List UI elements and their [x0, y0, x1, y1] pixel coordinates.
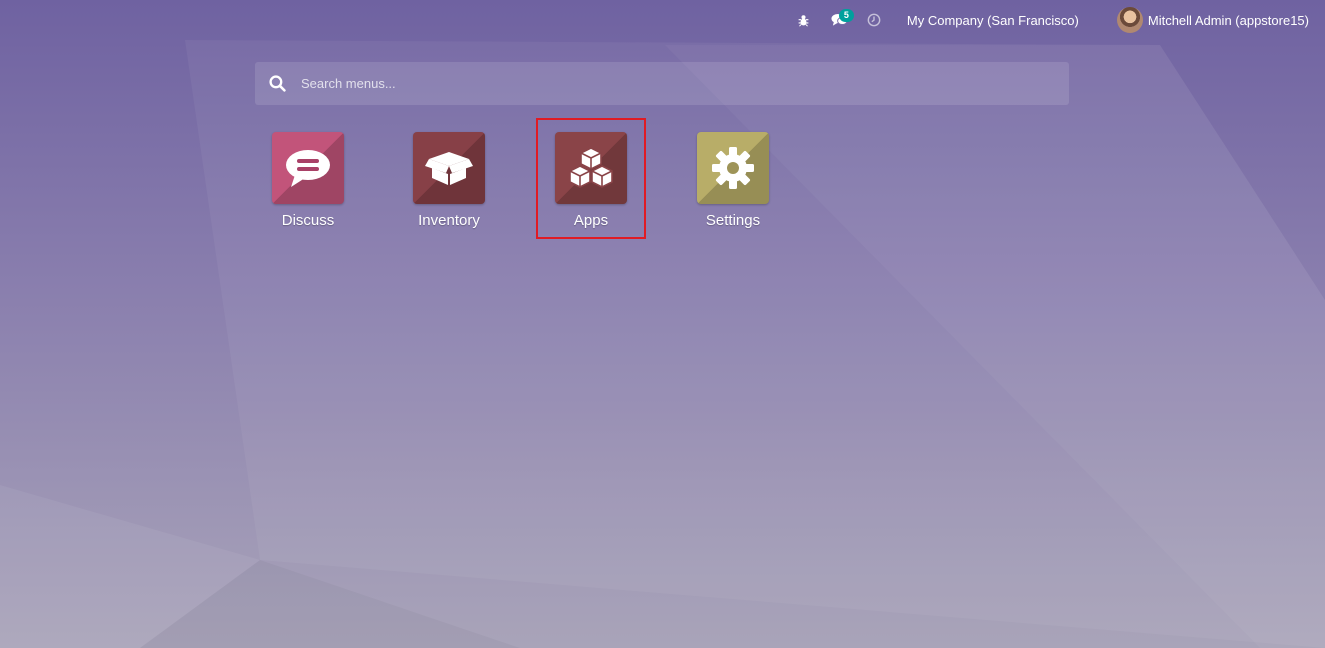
search-input[interactable] [299, 75, 1023, 92]
box-icon [425, 152, 473, 185]
search-bar[interactable] [255, 62, 1069, 105]
debug-bug-icon[interactable] [793, 0, 815, 40]
company-switcher[interactable]: My Company (San Francisco) [907, 13, 1079, 28]
app-tile-discuss [272, 132, 344, 204]
app-label-apps: Apps [573, 212, 609, 229]
app-inventory[interactable]: Inventory [394, 132, 504, 229]
cubes-icon [569, 147, 613, 188]
search-icon [269, 75, 287, 93]
user-avatar [1116, 7, 1143, 33]
app-label-inventory: Inventory [418, 212, 480, 229]
messages-count-badge: 5 [838, 9, 854, 22]
messages-icon[interactable]: 5 [825, 0, 855, 40]
app-tile-apps [555, 132, 627, 204]
user-name: Mitchell Admin (appstore15) [1147, 12, 1309, 28]
app-tile-settings [697, 132, 769, 204]
gear-icon [712, 147, 754, 189]
app-tile-inventory [413, 132, 485, 204]
app-apps[interactable]: Apps [536, 132, 646, 229]
chat-icon [286, 150, 330, 187]
top-navbar: 5 My Company (San Francisco) Mitchell Ad… [0, 0, 1325, 40]
app-label-settings: Settings [705, 212, 761, 229]
user-menu[interactable]: Mitchell Admin (appstore15) [1116, 7, 1309, 33]
app-label-discuss: Discuss [281, 212, 335, 229]
app-discuss[interactable]: Discuss [253, 132, 363, 229]
activity-clock-icon[interactable] [863, 0, 885, 40]
app-settings[interactable]: Settings [678, 132, 788, 229]
